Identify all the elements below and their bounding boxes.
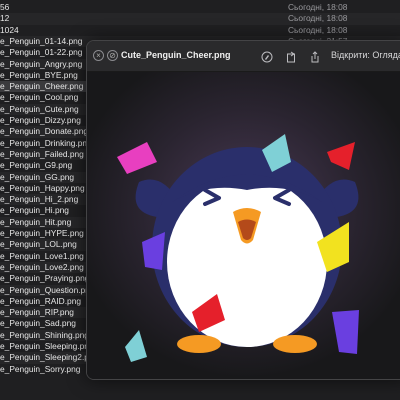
file-name: e_Penguin_BYE.png (0, 69, 78, 80)
file-date: Сьогодні, 18:08 (288, 13, 348, 24)
share-icon[interactable] (309, 50, 321, 63)
close-icon[interactable]: × (93, 50, 104, 61)
image-preview (87, 72, 400, 379)
file-name: e_Penguin_Sad.png (0, 318, 76, 329)
list-item[interactable]: 1024 Сьогодні, 18:08 (0, 25, 400, 36)
file-name: e_Penguin_RIP.png (0, 307, 74, 318)
file-name: e_Penguin_Sleeping2.png (0, 352, 99, 363)
markup-icon[interactable] (261, 50, 273, 63)
file-name: e_Penguin_Hi_2.png (0, 194, 79, 205)
file-name: e_Penguin_LOL.png (0, 239, 77, 250)
quicklook-toolbar: × ⊘ Cute_Penguin_Cheer.png Відкрити: Огл… (87, 41, 400, 72)
file-name: e_Penguin_Donate.png (0, 126, 89, 137)
list-item[interactable]: 12 Сьогодні, 18:08 (0, 13, 400, 25)
file-name: e_Penguin_Hit.png (0, 216, 72, 227)
file-name: e_Penguin_01-14.png (0, 35, 83, 46)
file-name: e_Penguin_01-22.png (0, 47, 83, 58)
file-name: e_Penguin_Angry.png (0, 58, 83, 69)
file-name: e_Penguin_Love1.png (0, 250, 84, 261)
file-name: e_Penguin_Sorry.png (0, 363, 81, 374)
file-name: e_Penguin_Question.png (0, 284, 95, 295)
file-name: 1024 (0, 24, 19, 35)
right-foot (273, 335, 317, 353)
penguin-belly (167, 177, 327, 347)
file-name: e_Penguin_RAID.png (0, 295, 82, 306)
fullscreen-icon[interactable]: ⊘ (107, 50, 118, 61)
file-name: 56 (0, 2, 10, 12)
file-date: Сьогодні, 18:08 (288, 2, 348, 12)
file-name: e_Penguin_Failed.png (0, 148, 84, 159)
open-with-button[interactable]: Відкрити: Оглядач (331, 50, 400, 60)
list-item[interactable]: 56 Сьогодні, 18:08 (0, 2, 400, 13)
file-name: e_Penguin_Happy.png (0, 182, 85, 193)
file-name: e_Penguin_Hi.png (0, 205, 69, 216)
file-name: e_Penguin_Love2.png (0, 261, 84, 272)
file-name: e_Penguin_Cute.png (0, 103, 79, 114)
file-name: e_Penguin_Cool.png (0, 92, 79, 103)
file-date: Сьогодні, 18:08 (288, 24, 348, 35)
file-name: e_Penguin_GG.png (0, 171, 75, 182)
file-name: e_Penguin_Dizzy.png (0, 115, 81, 125)
file-name: 12 (0, 13, 10, 24)
file-name: e_Penguin_Cheer.png (0, 81, 84, 92)
quicklook-window: × ⊘ Cute_Penguin_Cheer.png Відкрити: Огл… (86, 40, 400, 380)
file-name: e_Penguin_Drinking.png (0, 137, 92, 148)
file-name: e_Penguin_Shining.png (0, 329, 89, 340)
file-name: e_Penguin_HYPE.png (0, 228, 84, 238)
penguin-image (87, 72, 400, 378)
file-name: e_Penguin_Sleeping.png (0, 341, 94, 351)
file-name: e_Penguin_Praying.png (0, 273, 90, 284)
left-foot (177, 335, 221, 353)
quicklook-title: Cute_Penguin_Cheer.png (121, 50, 231, 60)
rotate-icon[interactable] (285, 50, 297, 63)
file-name: e_Penguin_G9.png (0, 160, 73, 171)
